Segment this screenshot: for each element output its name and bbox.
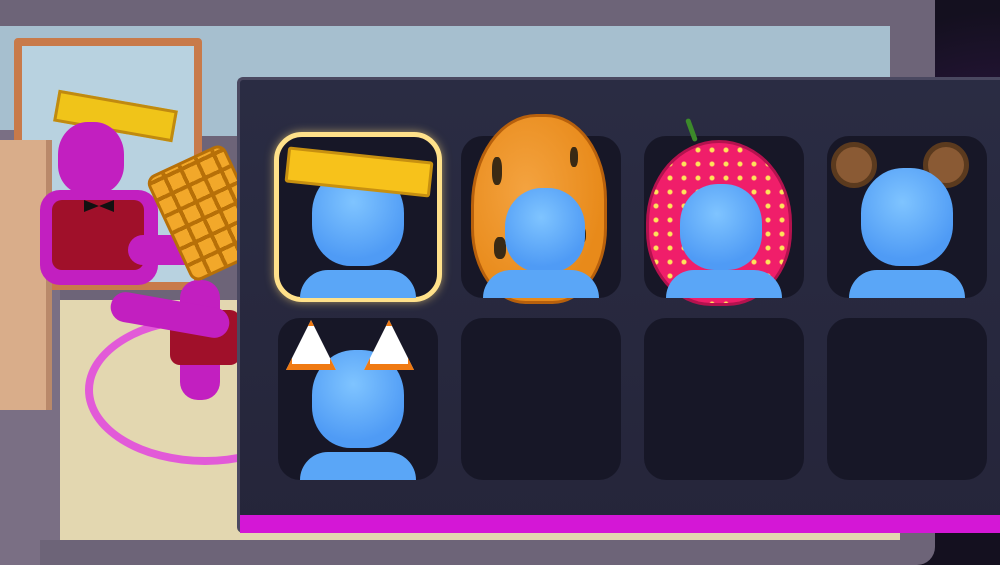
inventory-slot-empty[interactable] xyxy=(644,318,804,480)
character-head xyxy=(58,122,124,194)
avatar-shoulders xyxy=(849,270,965,298)
avatar-head xyxy=(505,188,585,272)
avatar-shoulders xyxy=(666,270,782,298)
avatar-head xyxy=(680,184,762,270)
avatar-shoulders xyxy=(300,452,416,480)
avatar-preview xyxy=(644,136,804,298)
avatar-preview xyxy=(461,136,621,298)
avatar-shoulders xyxy=(483,270,599,298)
accessory-inventory-panel xyxy=(237,77,1000,533)
inventory-slot-fox-ears[interactable] xyxy=(278,318,438,480)
room-bottom-trim xyxy=(40,540,910,565)
inventory-slot-golden-hat[interactable] xyxy=(274,132,442,302)
inventory-slot-empty[interactable] xyxy=(461,318,621,480)
inventory-slot-peanut-costume[interactable] xyxy=(461,114,621,304)
inventory-slot-empty[interactable] xyxy=(827,318,987,480)
avatar-preview xyxy=(827,136,987,298)
avatar-shoulders xyxy=(300,270,416,298)
panel-accent-bar xyxy=(240,515,1000,533)
character-vest xyxy=(52,200,144,270)
inventory-slot-bear-ears[interactable] xyxy=(827,136,987,298)
avatar-head xyxy=(861,168,953,266)
inventory-slot-strawberry-costume[interactable] xyxy=(644,117,804,306)
